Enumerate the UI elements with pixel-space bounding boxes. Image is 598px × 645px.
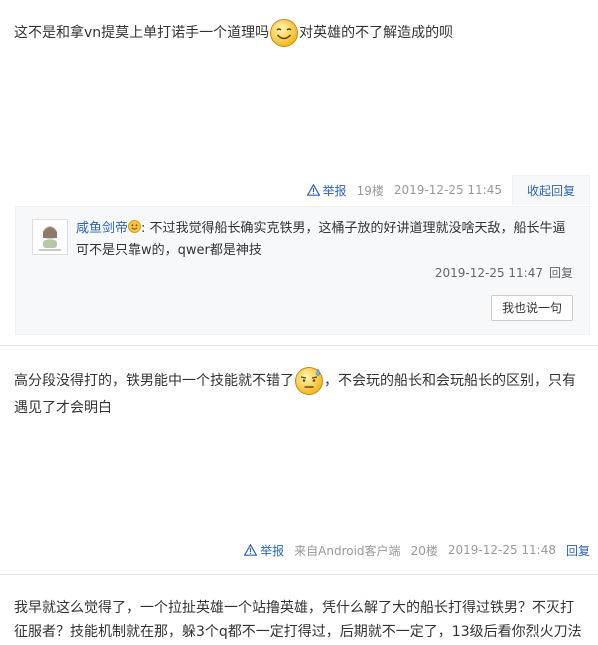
warning-icon (244, 544, 258, 556)
floor-number: 20楼 (410, 543, 438, 558)
subreply-box: 咸鱼剑帝 : 不过我觉得船长确实克铁男，这桶子放的好讲道理就没啥天敌，船长牛逼可… (15, 206, 590, 335)
subreply-meta: 2019-12-25 11:47 回复 (435, 264, 573, 281)
post-content: 高分段没得打的，铁男能中一个技能就不错了 ，不会玩的船长和会玩船长的区别，只有遇… (14, 366, 584, 420)
report-label: 举报 (260, 543, 285, 558)
say-something-button[interactable]: 我也说一句 (490, 295, 573, 321)
floor-number: 19楼 (356, 183, 384, 198)
subreply-content: 咸鱼剑帝 : 不过我觉得船长确实克铁男，这桶子放的好讲道理就没啥天敌，船长牛逼可… (76, 218, 576, 262)
post-source: 来自Android客户端 (294, 543, 401, 558)
fold-reply-button[interactable]: 收起回复 (511, 175, 590, 205)
post-content: 这不是和拿vn提莫上单打诺手一个道理吗 对英雄的不了解造成的呗 (14, 18, 584, 48)
post-text: 我早就这么觉得了，一个拉扯英雄一个站撸英雄，凭什么解了大的船长打得过铁男？不灭打… (14, 600, 582, 640)
post-time: 2019-12-25 11:48 (447, 543, 556, 557)
reply-button[interactable]: 回复 (566, 542, 590, 559)
subreply-time: 2019-12-25 11:47 (434, 266, 543, 280)
subreply-reply-link[interactable]: 回复 (549, 266, 573, 280)
post-21: 我早就这么觉得了，一个拉扯英雄一个站撸英雄，凭什么解了大的船长打得过铁男？不灭打… (0, 575, 598, 645)
post-tail: 举报 19楼 2019-12-25 11:45 收起回复 (306, 175, 590, 205)
post-text-continued: 对英雄的不了解造成的呗 (299, 25, 454, 41)
subreply-text: : 不过我觉得船长确实克铁男，这桶子放的好讲道理就没啥天敌，船长牛逼可不是只靠w… (76, 221, 566, 258)
warning-icon (306, 184, 320, 196)
smile-emoji-icon (269, 18, 299, 48)
post-tail: 举报 来自Android客户端 20楼 2019-12-25 11:48 回复 (244, 538, 598, 562)
post-time: 2019-12-25 11:45 (393, 183, 502, 197)
avatar[interactable] (32, 219, 68, 255)
post-text: 高分段没得打的，铁男能中一个技能就不错了 (14, 373, 294, 389)
report-label: 举报 (322, 183, 347, 198)
small-smile-emoji-icon (128, 219, 141, 233)
subreply-username[interactable]: 咸鱼剑帝 (76, 221, 128, 236)
post-20: 高分段没得打的，铁男能中一个技能就不错了 ，不会玩的船长和会玩船长的区别，只有遇… (0, 346, 598, 574)
post-text: 这不是和拿vn提莫上单打诺手一个道理吗 (14, 25, 270, 41)
sweat-emoji-icon (294, 366, 324, 396)
report-button[interactable]: 举报 (306, 182, 347, 199)
report-button[interactable]: 举报 (244, 542, 284, 559)
post-19: 这不是和拿vn提莫上单打诺手一个道理吗 对英雄的不了解造成的呗 举报 19楼 2… (0, 0, 598, 345)
post-content: 我早就这么觉得了，一个拉扯英雄一个站撸英雄，凭什么解了大的船长打得过铁男？不灭打… (14, 596, 584, 644)
